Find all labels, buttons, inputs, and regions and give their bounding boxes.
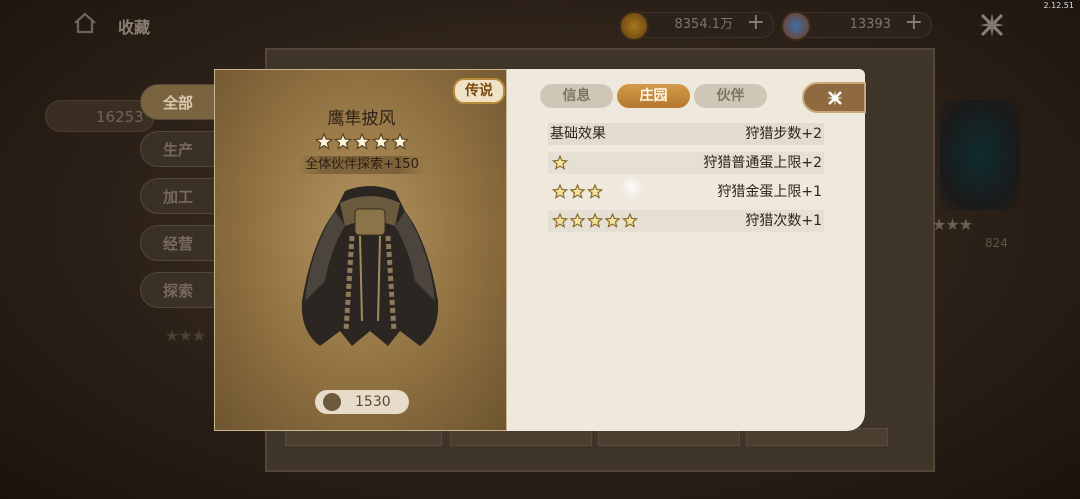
tier-stars [552,213,639,228]
base-effect-row: 基础效果 狩猎步数+2 [548,123,824,145]
tier-effect-row: 狩猎次数+1 [548,210,824,232]
sparkle-effect [619,174,645,200]
star-icon [352,133,372,150]
side-tab-explore[interactable]: 探索 [140,272,220,308]
side-value-pill: 16253 [45,100,155,132]
close-button[interactable] [802,82,866,113]
star-icon [604,213,621,228]
gem-icon [781,11,811,41]
tab-partner[interactable]: 伙伴 [694,84,767,108]
gem-resource: 13393 + [781,11,932,41]
star-icon [552,155,569,170]
star-icon [586,184,604,199]
add-gem-button[interactable]: + [905,11,923,35]
side-tab-processing[interactable]: 加工 [140,178,220,214]
top-bar: 收藏 8354.1万 + 13393 + 2.12.51 [0,0,1080,50]
star-icon [552,184,569,199]
tier-effect-value: 狩猎普通蛋上限+2 [703,155,822,171]
side-tab-all[interactable]: 全部 [140,84,220,120]
bg-right-number: 824 [985,236,1008,250]
star-icon [569,213,586,228]
gem-count: 13393 [849,17,891,32]
coin-icon [323,393,341,411]
gold-coin-icon [619,11,649,41]
star-icon [569,184,586,199]
tier-effect-value: 狩猎金蛋上限+1 [717,184,822,200]
close-screen-icon[interactable] [978,11,1006,39]
base-effect-value: 狩猎步数+2 [745,126,822,142]
item-bonus: 全体伙伴探索+150 [299,156,425,174]
gold-resource: 8354.1万 + [619,11,774,41]
item-name: 鹰隼披风 [327,109,396,129]
star-icon [371,133,391,150]
gem-decoration [940,100,1020,210]
item-star-rating [315,133,410,150]
star-icon [390,133,410,150]
rarity-badge: 传说 [453,78,505,104]
star-icon [315,133,334,150]
version-label: 2.12.51 [1043,1,1074,10]
close-icon [827,90,843,106]
star-icon [586,213,604,228]
cloak-image [301,186,439,346]
tier-effect-row: 狩猎普通蛋上限+2 [548,152,824,174]
side-tab-business[interactable]: 经营 [140,225,220,261]
add-gold-button[interactable]: + [747,11,765,35]
bg-card-stars: ★★★ [165,326,206,345]
tab-manor[interactable]: 庄园 [617,84,690,108]
bg-right-stars: ★★★ [932,215,973,234]
base-effect-label: 基础效果 [550,126,606,142]
star-icon [621,213,639,228]
tier-effect-value: 狩猎次数+1 [745,213,822,229]
tier-stars [552,155,569,170]
tab-info[interactable]: 信息 [540,84,613,108]
tier-effect-row: 狩猎金蛋上限+1 [548,181,824,203]
item-detail-modal: 传说 鹰隼披风 全体伙伴探索+150 1530 信息 庄园 伙伴 基础效果 狩猎… [214,69,866,431]
star-icon [333,133,353,150]
home-icon[interactable] [72,10,98,36]
side-tab-production[interactable]: 生产 [140,131,220,167]
item-price: 1530 [355,394,391,410]
item-showcase-panel: 传说 鹰隼披风 全体伙伴探索+150 1530 [214,69,507,431]
price-pill: 1530 [315,390,409,414]
gold-count: 8354.1万 [674,17,734,32]
screen-title: 收藏 [118,18,151,37]
star-icon [552,213,569,228]
